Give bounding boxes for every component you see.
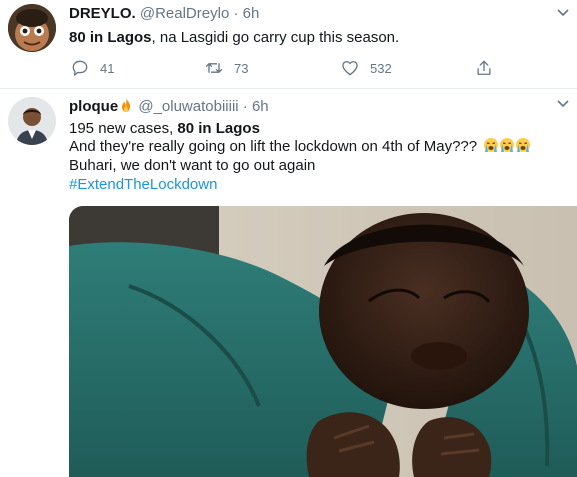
- like-count: 532: [370, 60, 392, 76]
- separator-dot: ·: [233, 5, 239, 22]
- avatar[interactable]: [8, 4, 56, 52]
- hashtag-link[interactable]: #ExtendTheLockdown: [69, 175, 217, 195]
- reply-icon: [72, 60, 88, 76]
- tweet-text-question: And they're really going on lift the loc…: [69, 138, 478, 155]
- tweet-text: 80 in Lagos, na Lasgidi go carry cup thi…: [69, 28, 399, 48]
- user-handle[interactable]: @_oluwatobiiiii: [138, 98, 238, 115]
- tweet-text-plain: 195 new cases,: [69, 120, 178, 137]
- crying-face-icon: [500, 138, 515, 152]
- tweet-text-bold: 80 in Lagos: [177, 120, 260, 137]
- display-name[interactable]: DREYLO.: [69, 5, 136, 22]
- retweet-count: 73: [234, 60, 249, 76]
- avatar-image: [8, 97, 56, 145]
- reply-count: 41: [100, 60, 115, 76]
- media-photo[interactable]: [69, 206, 577, 477]
- crying-emoji-group: [479, 138, 531, 155]
- crying-face-icon: [484, 138, 499, 152]
- tweet-card[interactable]: DREYLO. @RealDreylo · 6h 80 in Lagos, na…: [0, 0, 577, 89]
- tweet-text-rest: , na Lasgidi go carry cup this season.: [151, 29, 400, 46]
- chevron-down-icon[interactable]: [556, 99, 570, 109]
- timestamp[interactable]: 6h: [252, 98, 269, 115]
- tweet-text-line-3: Buhari, we don't want to go out again: [69, 157, 316, 174]
- fire-icon: [122, 98, 131, 112]
- chevron-down-icon[interactable]: [556, 8, 570, 18]
- share-button[interactable]: [474, 58, 494, 78]
- share-icon: [477, 60, 491, 75]
- tweet-text-line-2: And they're really going on lift the loc…: [69, 137, 531, 157]
- tweet-card[interactable]: ploque @_oluwatobiiiii · 6h 195 new case…: [0, 89, 577, 477]
- avatar-image: [8, 4, 56, 52]
- heart-icon: [342, 61, 358, 76]
- retweet-icon: [205, 63, 223, 73]
- tweet-text-bold: 80 in Lagos: [69, 29, 152, 46]
- crying-face-icon: [516, 138, 531, 152]
- crying-man-photo: [69, 206, 577, 477]
- retweet-button[interactable]: 73: [204, 58, 248, 78]
- user-handle[interactable]: @RealDreylo: [140, 5, 229, 22]
- display-name[interactable]: ploque: [69, 98, 118, 115]
- separator-dot: ·: [242, 98, 248, 115]
- timestamp[interactable]: 6h: [243, 5, 260, 22]
- tweet-text-line-1: 195 new cases, 80 in Lagos: [69, 119, 260, 139]
- reply-button[interactable]: 41: [70, 58, 114, 78]
- tweet-header: DREYLO. @RealDreylo · 6h: [69, 5, 259, 23]
- tweet-header: ploque @_oluwatobiiiii · 6h: [69, 97, 269, 116]
- like-button[interactable]: 532: [340, 58, 392, 78]
- avatar[interactable]: [8, 97, 56, 145]
